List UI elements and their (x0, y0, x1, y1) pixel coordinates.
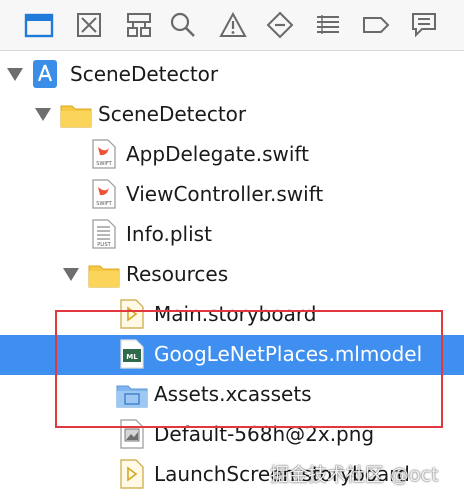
watermark: 掘金技术社区 @oct (270, 464, 439, 486)
warning-icon[interactable] (218, 10, 248, 40)
folder-icon (88, 262, 120, 292)
folder-icon (60, 102, 92, 132)
hierarchy-icon[interactable] (124, 10, 154, 40)
navigator-toolbar (0, 0, 464, 51)
project-icon (32, 59, 58, 93)
storyboard-file-icon (120, 299, 144, 333)
label-tag-icon[interactable] (361, 10, 391, 40)
assets-folder-icon (116, 382, 148, 412)
project-navigator: SceneDetector SceneDetector SWIFT AppDel… (0, 51, 464, 500)
navigator-item-folder[interactable]: Resources (0, 255, 464, 295)
disclosure-triangle[interactable] (63, 268, 79, 281)
plist-file-icon: PLIST (92, 219, 116, 253)
target-icon[interactable] (74, 10, 104, 40)
item-label: Main.storyboard (154, 302, 317, 326)
storyboard-file-icon (120, 459, 144, 493)
item-label: ViewController.swift (126, 182, 324, 206)
navigator-item-folder[interactable]: Assets.xcassets (0, 375, 464, 415)
navigator-item-file-selected[interactable]: ML GoogLeNetPlaces.mlmodel (0, 335, 464, 375)
file-type-label: PLIST (97, 242, 111, 248)
mlmodel-file-icon: ML (120, 339, 144, 373)
breakpoint-icon[interactable] (265, 10, 295, 40)
swift-file-icon: SWIFT (92, 179, 116, 213)
folder-icon[interactable] (24, 10, 54, 40)
navigator-item-folder[interactable]: SceneDetector (0, 95, 464, 135)
navigator-item-file[interactable]: SWIFT ViewController.swift (0, 175, 464, 215)
file-type-label: SWIFT (96, 201, 112, 207)
report-list-icon[interactable] (313, 10, 343, 40)
navigator-item-file[interactable]: PLIST Info.plist (0, 215, 464, 255)
navigator-item-file[interactable]: Default-568h@2x.png (0, 415, 464, 455)
swift-file-icon: SWIFT (92, 139, 116, 173)
image-file-icon (120, 419, 144, 453)
item-label: GoogLeNetPlaces.mlmodel (154, 342, 423, 366)
item-label: Assets.xcassets (154, 382, 312, 406)
search-icon[interactable] (168, 10, 198, 40)
message-icon[interactable] (409, 10, 439, 40)
disclosure-triangle[interactable] (35, 108, 51, 121)
disclosure-triangle[interactable] (7, 68, 23, 81)
file-type-label: ML (126, 353, 138, 361)
item-label: Default-568h@2x.png (154, 422, 375, 446)
item-label: Info.plist (126, 222, 212, 246)
item-label: AppDelegate.swift (126, 142, 309, 166)
navigator-item-file[interactable]: SWIFT AppDelegate.swift (0, 135, 464, 175)
navigator-item-project[interactable]: SceneDetector (0, 55, 464, 95)
item-label: Resources (126, 262, 229, 286)
navigator-item-file[interactable]: Main.storyboard (0, 295, 464, 335)
item-label: SceneDetector (98, 102, 247, 126)
file-type-label: SWIFT (96, 161, 112, 167)
item-label: SceneDetector (70, 62, 219, 86)
